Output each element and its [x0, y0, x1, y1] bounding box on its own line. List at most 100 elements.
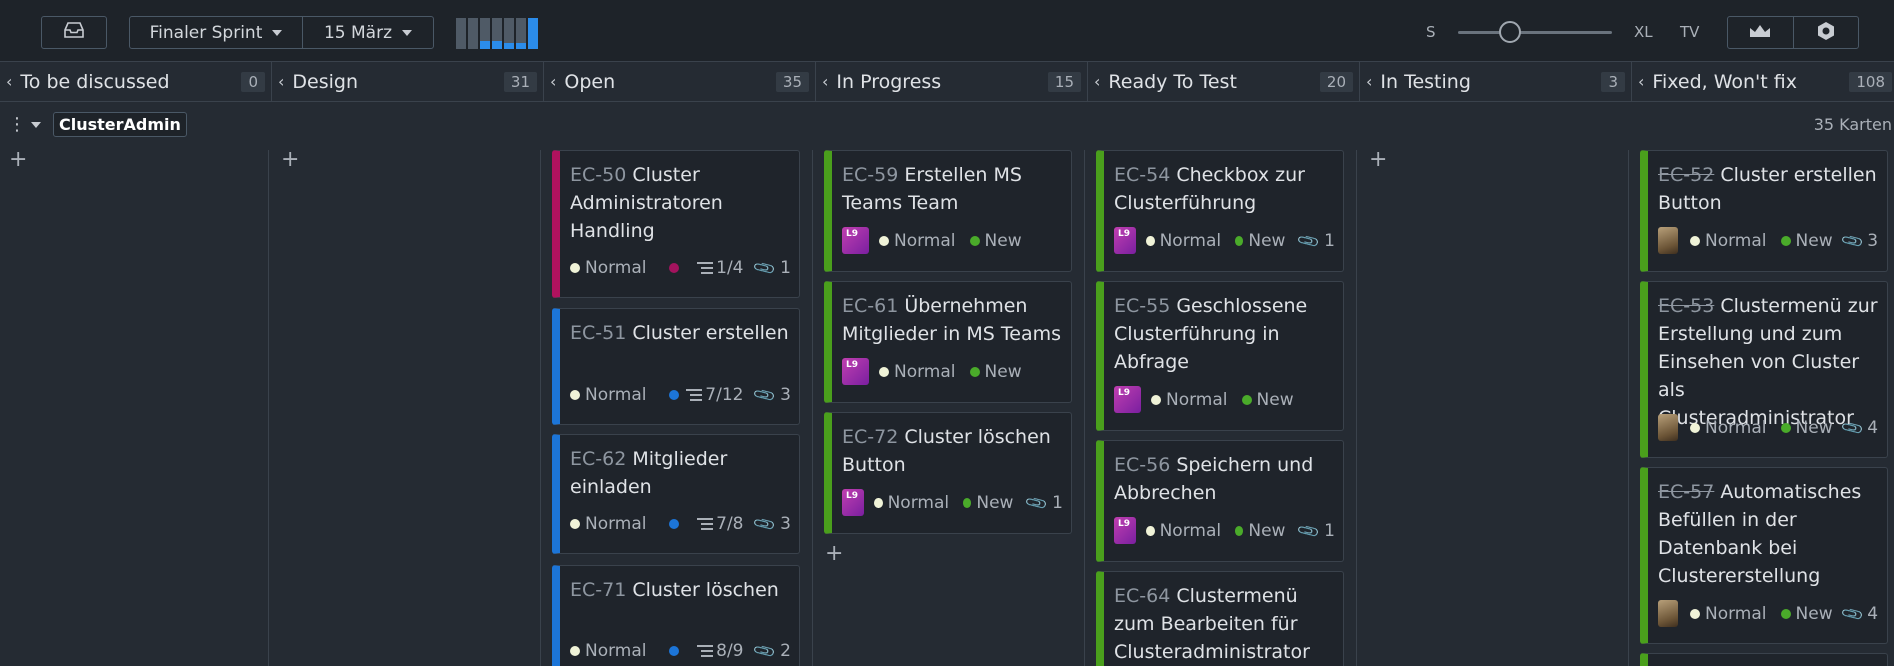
card-ec-71[interactable]: EC-71 Cluster löschen Normal 8/9 📎 2: [552, 565, 800, 666]
add-card-button[interactable]: +: [9, 149, 27, 171]
add-card-button[interactable]: +: [281, 149, 299, 171]
column-count: 0: [241, 71, 265, 92]
avatar[interactable]: L9: [842, 227, 869, 254]
swimlane-name[interactable]: ClusterAdmin: [53, 112, 187, 137]
avatar[interactable]: L9: [1114, 517, 1137, 544]
card-ec-59[interactable]: EC-59 Erstellen MS Teams Team L9 Normal N…: [824, 150, 1072, 272]
column-count: 31: [503, 71, 537, 92]
chevron-down-icon[interactable]: [31, 122, 41, 128]
paperclip-icon: 📎: [1023, 489, 1050, 516]
column-header-to-be-discussed[interactable]: ‹ To be discussed 0: [0, 62, 272, 102]
card-ec-51[interactable]: EC-51 Cluster erstellen Normal 7/12 📎 3: [552, 308, 800, 425]
status-label: New: [1795, 417, 1833, 438]
card-text: EC-64 Clustermenü zum Bearbeiten für Clus…: [1114, 582, 1335, 666]
column-header-in-testing[interactable]: ‹ In Testing 3: [1360, 62, 1632, 102]
card-ec-50[interactable]: EC-50 Cluster Administratoren Handling No…: [552, 150, 800, 298]
burndown-bar: [468, 18, 478, 49]
card-meta: L9 Normal New: [1114, 386, 1335, 413]
sprint-dropdown[interactable]: Finaler Sprint: [130, 17, 303, 48]
inbox-button[interactable]: [41, 16, 107, 49]
add-card-button[interactable]: +: [1369, 149, 1387, 171]
column-count: 108: [1849, 71, 1892, 92]
chevron-down-icon: [402, 29, 413, 36]
hexagon-view-button[interactable]: [1794, 17, 1859, 48]
card-partial[interactable]: [1640, 653, 1888, 666]
card-ec-57[interactable]: EC-57 Automatisches Befüllen in der Daten…: [1640, 467, 1888, 644]
attachment-count: 3: [780, 385, 791, 405]
kebab-menu-icon[interactable]: ⋮: [8, 116, 26, 134]
column-header-open[interactable]: ‹ Open 35: [544, 62, 816, 102]
crown-icon: [1748, 23, 1772, 43]
chevron-left-icon[interactable]: ‹: [822, 72, 828, 91]
tv-mode-button[interactable]: TV: [1680, 23, 1699, 41]
attachment-count: 1: [1324, 520, 1335, 541]
chevron-left-icon[interactable]: ‹: [278, 72, 284, 91]
priority-dot: [570, 519, 580, 529]
zoom-slider-handle[interactable]: [1499, 21, 1521, 43]
priority-dot: [570, 646, 580, 656]
column-title: To be discussed: [20, 70, 170, 93]
column-divider: [1628, 150, 1629, 666]
avatar[interactable]: [1658, 600, 1678, 627]
status-dot: [1235, 525, 1244, 536]
card-meta: L9 Normal New 📎 1: [1114, 517, 1335, 544]
checklist-icon: [697, 518, 714, 530]
avatar[interactable]: L9: [1114, 386, 1141, 413]
column-title: Open: [564, 70, 616, 93]
column-header-fixed[interactable]: ‹ Fixed, Won't fix 108: [1632, 62, 1894, 102]
status-dot: [1780, 608, 1791, 619]
crown-view-button[interactable]: [1728, 17, 1794, 48]
card-meta: Normal 1/4 📎 1: [570, 255, 791, 281]
card-ec-54[interactable]: EC-54 Checkbox zur Clusterführung L9 Norm…: [1096, 150, 1344, 272]
card-ec-55[interactable]: EC-55 Geschlossene Clusterführung in Abfr…: [1096, 281, 1344, 431]
avatar[interactable]: L9: [842, 489, 865, 516]
burndown-bar: [492, 18, 502, 49]
zoom-slider-track[interactable]: [1458, 31, 1612, 34]
subtasks: 8/9: [697, 641, 743, 661]
column-header-ready-to-test[interactable]: ‹ Ready To Test 20: [1088, 62, 1360, 102]
card-text: EC-52 Cluster erstellen Button: [1658, 161, 1879, 217]
chevron-left-icon[interactable]: ‹: [550, 72, 556, 91]
card-text: EC-54 Checkbox zur Clusterführung: [1114, 161, 1335, 217]
column-title: Design: [292, 70, 359, 93]
priority-dot: [1146, 235, 1155, 246]
card-text: EC-55 Geschlossene Clusterführung in Abfr…: [1114, 292, 1335, 376]
burndown-bar: [456, 18, 466, 49]
chevron-left-icon[interactable]: ‹: [1094, 72, 1100, 91]
paperclip-icon: 📎: [752, 255, 778, 281]
zoom-large-label: XL: [1634, 23, 1653, 41]
avatar-initials: L9: [1118, 519, 1130, 529]
swimlane-card-count: 35 Karten: [1813, 115, 1892, 134]
avatar[interactable]: L9: [1114, 227, 1137, 254]
column-header-in-progress[interactable]: ‹ In Progress 15: [816, 62, 1088, 102]
card-ec-72[interactable]: EC-72 Cluster löschen Button L9 Normal Ne…: [824, 412, 1072, 534]
card-key: EC-52: [1658, 164, 1715, 186]
checklist-icon: [697, 262, 714, 274]
chevron-left-icon[interactable]: ‹: [6, 72, 12, 91]
column-count: 35: [775, 71, 809, 92]
card-ec-53[interactable]: EC-53 Clustermenü zur Erstellung und zum …: [1640, 281, 1888, 458]
priority-dot: [570, 390, 580, 400]
avatar[interactable]: [1658, 414, 1678, 441]
chevron-left-icon[interactable]: ‹: [1638, 72, 1644, 91]
card-ec-52[interactable]: EC-52 Cluster erstellen Button Normal New…: [1640, 150, 1888, 272]
chevron-left-icon[interactable]: ‹: [1366, 72, 1372, 91]
card-title: Cluster löschen: [632, 579, 779, 601]
column-count: 3: [1601, 71, 1625, 92]
date-dropdown[interactable]: 15 März: [303, 17, 433, 48]
card-ec-62[interactable]: EC-62 Mitglieder einladen Normal 7/8 📎 3: [552, 434, 800, 554]
column-title: Ready To Test: [1108, 70, 1237, 93]
priority-dot: [1690, 422, 1700, 433]
avatar-initials: L9: [846, 491, 858, 501]
avatar[interactable]: L9: [842, 358, 869, 385]
burndown-bar: [504, 18, 514, 49]
card-ec-64[interactable]: EC-64 Clustermenü zum Bearbeiten für Clus…: [1096, 571, 1344, 666]
avatar[interactable]: [1658, 227, 1678, 254]
column-header-design[interactable]: ‹ Design 31: [272, 62, 544, 102]
attachments: 📎 3: [1839, 228, 1878, 253]
add-card-button[interactable]: +: [825, 543, 843, 565]
paperclip-icon: 📎: [752, 638, 778, 664]
card-ec-61[interactable]: EC-61 Übernehmen Mitglieder in MS Teams L…: [824, 281, 1072, 403]
sprint-burndown-chart[interactable]: [456, 18, 552, 49]
card-ec-56[interactable]: EC-56 Speichern und Abbrechen L9 Normal N…: [1096, 440, 1344, 562]
